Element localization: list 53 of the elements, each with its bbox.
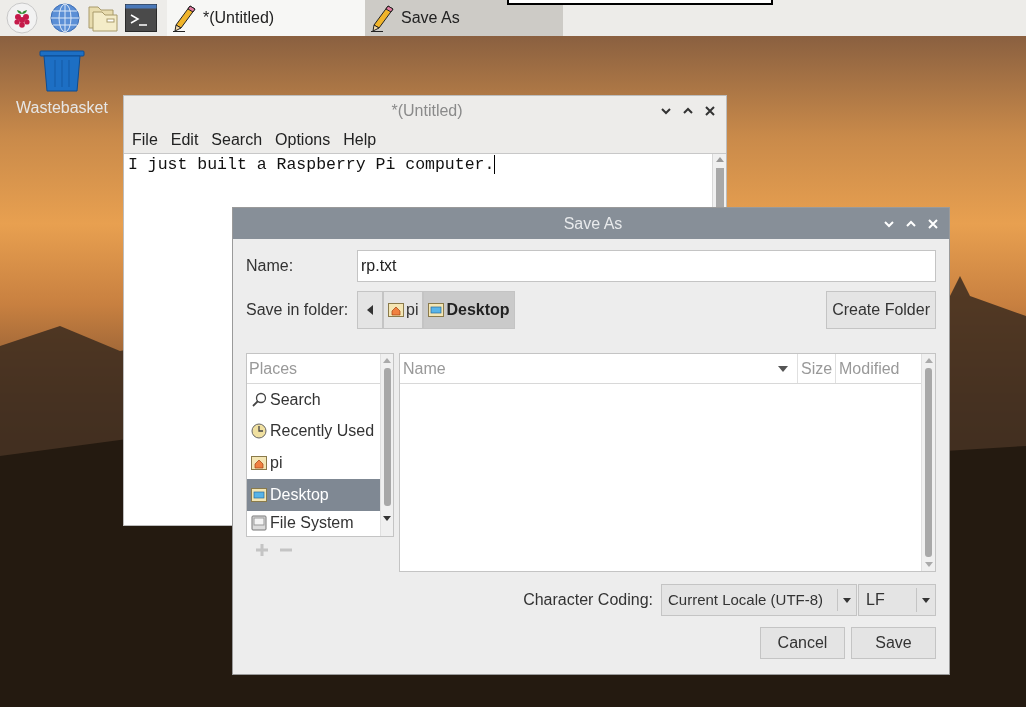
scrollbar[interactable] — [380, 354, 393, 536]
desktop-folder-icon — [428, 303, 445, 317]
dialog-button[interactable]: Cancel — [760, 627, 845, 659]
menu-item[interactable]: Edit — [164, 127, 205, 152]
desktop-folder-icon — [251, 488, 267, 502]
scroll-up-icon[interactable] — [383, 357, 391, 365]
terminal-icon[interactable] — [125, 4, 157, 32]
sort-arrow-icon — [778, 365, 788, 372]
menu-item[interactable]: Options — [269, 127, 337, 152]
scroll-up-icon[interactable] — [924, 357, 933, 365]
path-button[interactable]: pi — [383, 291, 424, 329]
home-folder-icon — [251, 455, 267, 470]
scrollbar-thumb[interactable] — [925, 368, 932, 557]
raspberry-logo-icon[interactable] — [6, 2, 38, 34]
minimize-icon[interactable] — [660, 105, 672, 117]
places-item[interactable]: Desktop — [247, 479, 380, 511]
dialog-title: Save As — [562, 213, 624, 234]
search-icon — [251, 391, 267, 408]
drive-icon — [251, 515, 267, 531]
menu-item[interactable]: Search — [205, 127, 269, 152]
pencil-icon — [173, 4, 197, 32]
dropdown-arrow-icon — [922, 597, 930, 603]
close-icon[interactable] — [704, 105, 716, 117]
folder-label: Save in folder: — [246, 300, 350, 320]
dialog-button[interactable]: Save — [851, 627, 936, 659]
pencil-icon — [371, 4, 395, 32]
add-icon[interactable] — [256, 544, 268, 556]
home-folder-icon — [388, 303, 404, 317]
scrollbar-thumb[interactable] — [715, 168, 724, 208]
menu-item[interactable]: File — [126, 127, 164, 152]
left-arrow-icon — [367, 305, 373, 315]
scroll-down-icon[interactable] — [383, 514, 391, 522]
coding-dropdown[interactable]: Current Locale (UTF-8) — [661, 584, 857, 616]
menu-item[interactable]: Help — [337, 127, 383, 152]
back-button[interactable] — [357, 291, 383, 329]
create-folder-button[interactable]: Create Folder — [826, 291, 936, 329]
path-button[interactable]: Desktop — [423, 291, 515, 329]
scroll-up-icon[interactable] — [715, 156, 724, 164]
window-title: *(Untitled) — [390, 101, 464, 121]
globe-icon[interactable] — [50, 3, 80, 33]
editor-text: I just built a Raspberry Pi computer. — [128, 155, 496, 174]
taskbar-button[interactable]: Save As — [365, 0, 563, 36]
line-ending-dropdown[interactable]: LF — [858, 584, 936, 616]
dropdown-arrow-icon — [843, 597, 851, 603]
filename-field[interactable]: rp.txt — [357, 250, 936, 282]
name-label: Name: — [246, 256, 295, 276]
clock-icon — [251, 422, 267, 439]
scrollbar-thumb[interactable] — [383, 368, 391, 506]
wastebasket-icon[interactable] — [39, 50, 85, 92]
coding-label: Character Coding: — [523, 590, 653, 610]
taskbar-button[interactable]: *(Untitled) — [167, 0, 365, 36]
scrollbar[interactable] — [921, 354, 935, 571]
folder-icon[interactable] — [87, 3, 119, 33]
